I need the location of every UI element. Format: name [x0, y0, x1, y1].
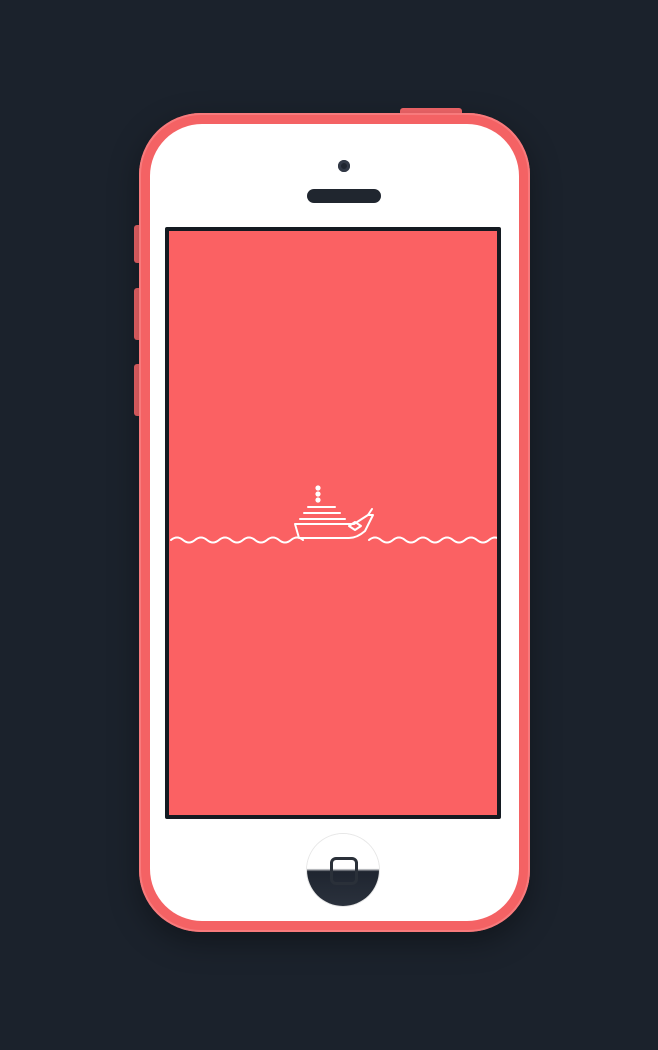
home-square-icon [330, 857, 358, 885]
earpiece-speaker [307, 189, 381, 203]
screen-bezel [165, 227, 501, 819]
home-button[interactable] [307, 834, 379, 906]
phone-shell [139, 113, 530, 932]
screen-display[interactable] [169, 231, 497, 815]
front-camera [338, 160, 350, 172]
ship-illustration [170, 485, 497, 544]
ship-icon [294, 485, 374, 539]
phone-face [150, 124, 519, 921]
page-stage [0, 0, 658, 1050]
